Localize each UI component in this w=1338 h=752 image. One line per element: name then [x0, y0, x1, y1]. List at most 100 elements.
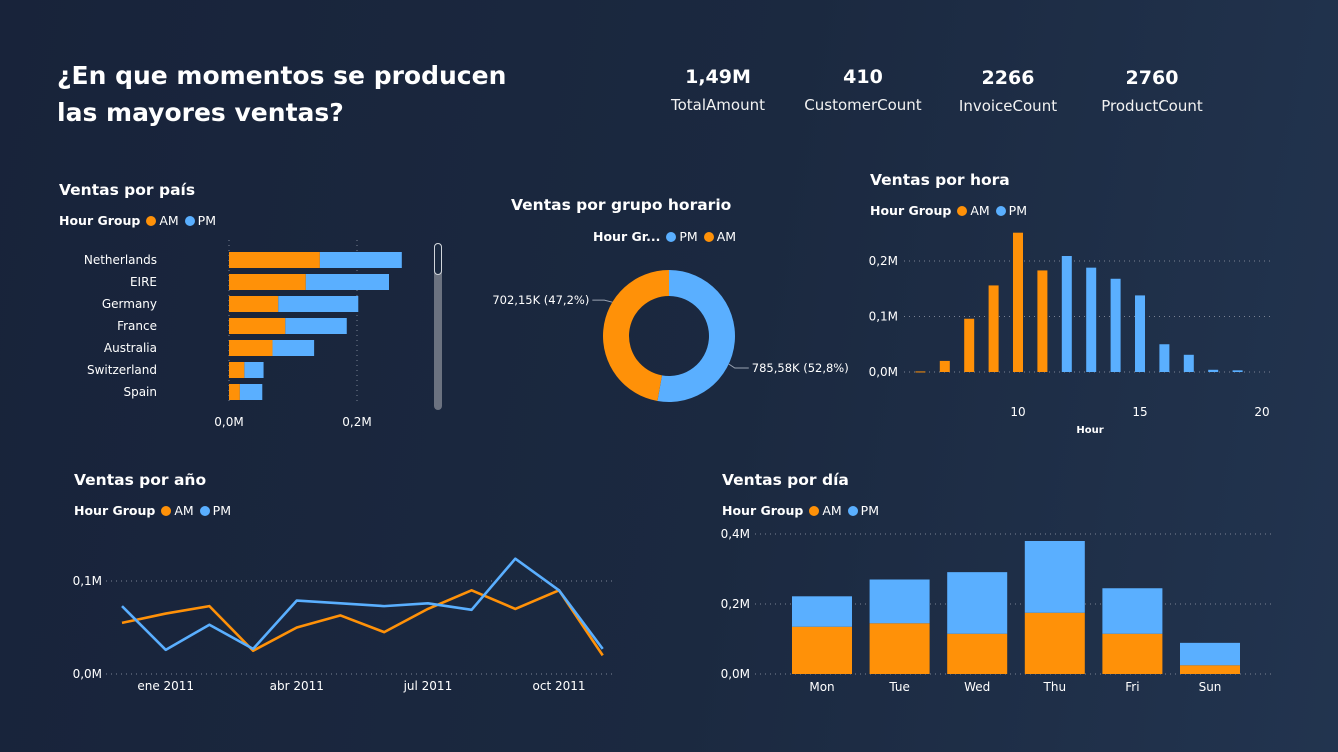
data-label: 702,15K (47,2%): [492, 293, 589, 307]
kpi-total-amount: 1,49M TotalAmount: [638, 64, 798, 114]
y-tick-label: 0,2M: [869, 254, 898, 268]
kpi-value: 2266: [981, 67, 1035, 89]
donut-slice-am: [602, 270, 669, 401]
x-axis-label: Hour: [1076, 425, 1103, 436]
category-label: Spain: [123, 385, 157, 399]
category-label: Australia: [104, 341, 157, 355]
chart-ventas-por-pais: 0,0M 0,2M Netherlands EIRE Germany France Aust…: [84, 240, 402, 429]
page-title: ¿En que momentos se producen las mayores…: [57, 61, 507, 127]
bar-pm: [244, 362, 264, 378]
y-tick-label: 0,0M: [869, 365, 898, 379]
legend-grupo: Hour Gr... PM AM: [593, 229, 742, 244]
legend-label: AM: [970, 203, 990, 218]
bar-am: [1024, 612, 1085, 674]
legend-dot-pm: [666, 231, 677, 242]
bar-am: [229, 318, 286, 334]
series-line-pm: [121, 557, 604, 652]
bar-am: [229, 340, 273, 356]
kpi-product-count: 2760 ProductCount: [1072, 65, 1232, 115]
chart-title-pais: Ventas por país: [59, 181, 196, 199]
chart-ventas-por-grupo-horario: 785,58K (52,8%) 702,15K (47,2%): [492, 270, 849, 402]
legend-label: AM: [159, 213, 179, 228]
bar-hour: [1110, 278, 1121, 372]
legend-title: Hour Group: [74, 503, 156, 518]
category-label: France: [117, 319, 157, 333]
legend-anio: Hour Group AM PM: [74, 503, 237, 518]
legend-label: PM: [212, 503, 231, 518]
x-tick-label: 0,0M: [214, 415, 243, 429]
bar-hour: [939, 360, 950, 372]
kpi-label: ProductCount: [1101, 97, 1203, 115]
bar-pm: [1024, 541, 1085, 613]
bar-hour: [988, 285, 999, 372]
legend-item-am[interactable]: AM: [957, 203, 990, 218]
bar-hour: [915, 371, 926, 373]
bar-am: [947, 633, 1008, 674]
legend-item-am[interactable]: AM: [703, 229, 736, 244]
bar-pm: [947, 572, 1008, 634]
category-label: Germany: [102, 297, 157, 311]
legend-item-am[interactable]: AM: [161, 503, 194, 518]
bar-hour: [1013, 232, 1023, 372]
legend-item-pm[interactable]: PM: [995, 203, 1027, 218]
kpi-label: CustomerCount: [804, 96, 922, 114]
bar-hour: [1208, 369, 1219, 372]
y-tick-label: 0,1M: [73, 574, 102, 588]
legend-hora: Hour Group AM PM: [870, 203, 1033, 218]
bar-hour: [1086, 267, 1097, 372]
legend-item-pm[interactable]: PM: [847, 503, 879, 518]
category-label: Tue: [888, 680, 910, 694]
bar-hour: [1159, 344, 1170, 372]
legend-dot-am: [146, 215, 157, 226]
category-label: Sun: [1199, 680, 1222, 694]
legend-dot-pm: [847, 505, 858, 516]
bar-am: [1102, 633, 1163, 674]
bar-pm: [305, 274, 389, 290]
legend-item-pm[interactable]: PM: [666, 229, 698, 244]
kpi-value: 1,49M: [685, 66, 751, 88]
legend-dot-am: [161, 505, 172, 516]
legend-dot-am: [957, 205, 968, 216]
category-label: Switzerland: [87, 363, 157, 377]
legend-label: PM: [1008, 203, 1027, 218]
chart-ventas-por-anio: 0,0M 0,1M ene 2011 abr 2011 jul 2011 oct 2011: [73, 557, 615, 693]
legend-dot-pm: [995, 205, 1006, 216]
legend-title: Hour Gr...: [593, 229, 661, 244]
y-tick-label: 0,0M: [73, 667, 102, 681]
legend-item-am[interactable]: AM: [809, 503, 842, 518]
bar-pm: [272, 340, 315, 356]
leader-line: [728, 363, 749, 369]
y-tick-label: 0,0M: [721, 667, 750, 681]
chart-title-dia: Ventas por día: [722, 471, 849, 489]
chart-title-grupo: Ventas por grupo horario: [511, 196, 732, 214]
kpi-value: 2760: [1125, 67, 1179, 89]
category-label: Thu: [1043, 680, 1067, 694]
bar-pm: [792, 596, 852, 627]
bar-pm: [285, 318, 347, 334]
legend-dia: Hour Group AM PM: [722, 503, 885, 518]
category-label: Mon: [809, 680, 834, 694]
legend-item-am[interactable]: AM: [146, 213, 179, 228]
y-tick-label: 0,4M: [721, 527, 750, 541]
legend-dot-pm: [199, 505, 210, 516]
donut-slice-pm: [657, 270, 735, 402]
legend-label: PM: [197, 213, 216, 228]
kpi-invoice-count: 2266 InvoiceCount: [928, 65, 1088, 115]
chart-ventas-por-dia: 0,0M 0,2M 0,4M Mon Tue Wed Thu Fri Sun: [721, 527, 1272, 694]
x-tick-label: oct 2011: [533, 679, 586, 693]
scrollbar-thumb[interactable]: [434, 243, 442, 275]
data-label: 785,58K (52,8%): [752, 361, 849, 375]
y-tick-label: 0,1M: [869, 310, 898, 324]
legend-dot-pm: [184, 215, 195, 226]
bar-pm: [1102, 588, 1163, 634]
legend-label: PM: [860, 503, 879, 518]
bar-am: [229, 274, 306, 290]
legend-item-pm[interactable]: PM: [184, 213, 216, 228]
bar-am: [229, 296, 279, 312]
kpi-label: InvoiceCount: [958, 97, 1058, 115]
legend-dot-am: [809, 505, 820, 516]
legend-item-pm[interactable]: PM: [199, 503, 231, 518]
legend-pais: Hour Group AM PM: [59, 213, 222, 228]
x-tick-label: 20: [1254, 405, 1269, 419]
legend-title: Hour Group: [870, 203, 952, 218]
